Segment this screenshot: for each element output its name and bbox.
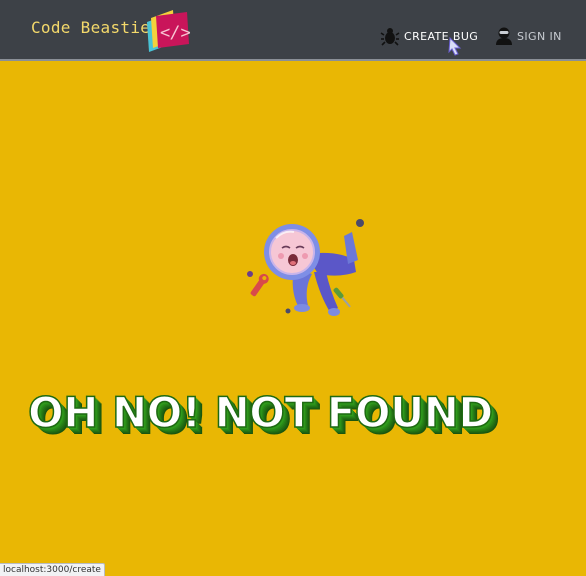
brand-name[interactable]: Code Beasties	[31, 18, 160, 37]
hand-cursor-icon	[448, 36, 462, 56]
code-tag-icon[interactable]: </>	[145, 8, 191, 54]
create-bug-label: CREATE BUG	[404, 29, 479, 43]
bug-icon	[380, 28, 400, 46]
status-bar-url: localhost:3000/create	[0, 563, 105, 576]
top-navbar: Code Beasties </> CREATE BUG SIGN IN	[0, 0, 586, 61]
svg-text:</>: </>	[160, 23, 191, 43]
sign-in-link[interactable]: SIGN IN	[495, 26, 562, 46]
user-icon	[496, 27, 512, 45]
not-found-heading: OH NO! NOT FOUND	[27, 387, 494, 438]
sign-in-label: SIGN IN	[517, 29, 562, 43]
floating-astronaut-illustration	[247, 219, 364, 316]
